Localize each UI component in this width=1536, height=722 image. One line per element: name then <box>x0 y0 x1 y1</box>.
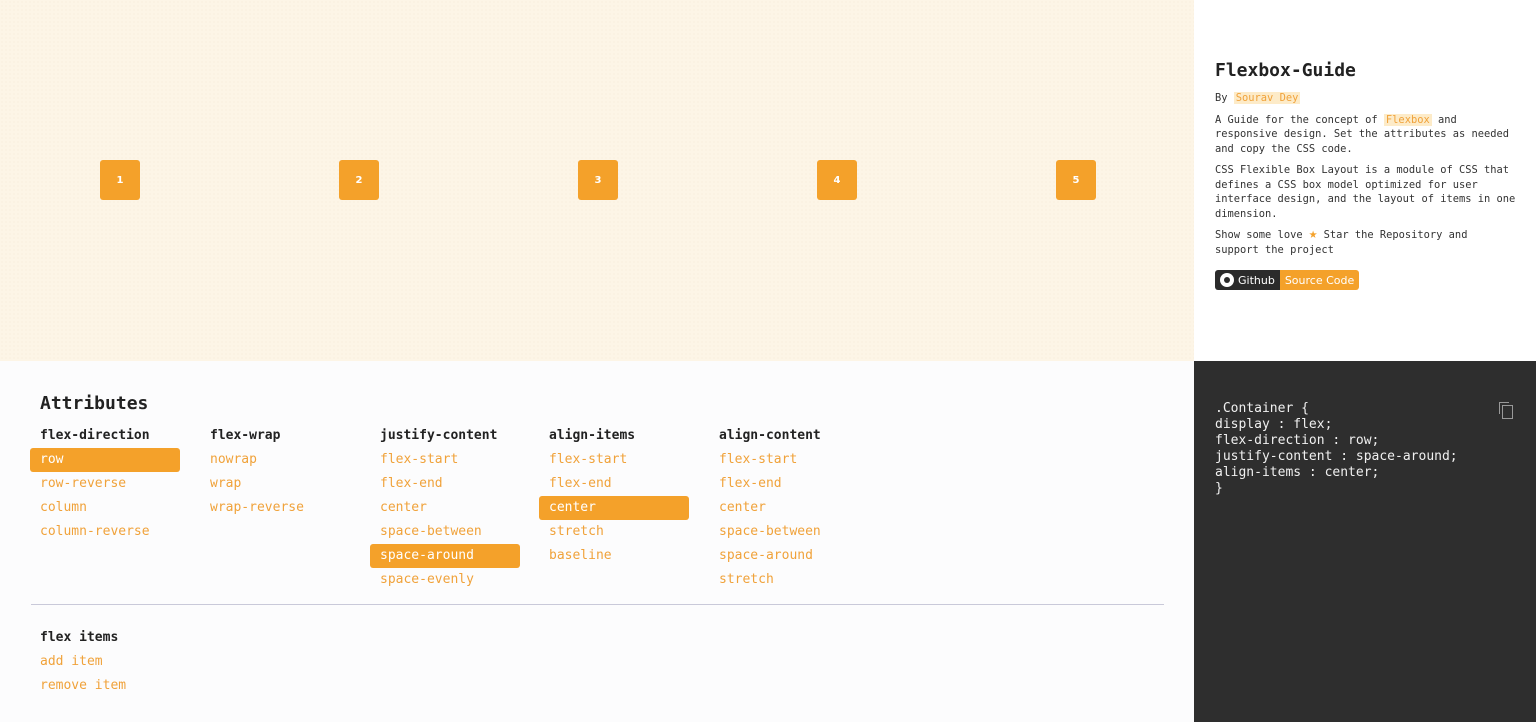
github-source-badge[interactable]: Github Source Code <box>1215 270 1360 290</box>
support-line: Show some love ★ Star the Repository and… <box>1215 226 1516 257</box>
code-line: align-items : center; <box>1215 465 1380 480</box>
option-center[interactable]: center <box>539 496 689 520</box>
app-title: Flexbox-Guide <box>1215 60 1356 81</box>
description-text: A Guide for the concept of <box>1215 113 1378 126</box>
remove-item-button[interactable]: remove item <box>40 674 240 698</box>
add-item-button[interactable]: add item <box>40 650 240 674</box>
by-label: By <box>1215 92 1228 104</box>
option-space-around[interactable]: space-around <box>370 544 520 568</box>
group-title: flex-direction <box>40 428 150 443</box>
flex-item-box: 1 <box>100 160 140 200</box>
option-space-evenly[interactable]: space-evenly <box>380 568 530 592</box>
flex-item-box: 5 <box>1056 160 1096 200</box>
align-content-group: align-content flex-start flex-end center… <box>719 428 869 592</box>
option-space-between[interactable]: space-between <box>719 520 869 544</box>
option-nowrap[interactable]: nowrap <box>210 448 360 472</box>
group-title: justify-content <box>380 428 498 443</box>
code-line: flex-direction : row; <box>1215 433 1380 448</box>
option-space-between[interactable]: space-between <box>380 520 530 544</box>
flex-item-box: 3 <box>578 160 618 200</box>
option-flex-end[interactable]: flex-end <box>380 472 530 496</box>
group-title: align-content <box>719 428 821 443</box>
github-icon <box>1220 273 1234 287</box>
option-column[interactable]: column <box>40 496 190 520</box>
flex-item-box: 2 <box>339 160 379 200</box>
badge-github: Github <box>1215 270 1280 290</box>
option-flex-end[interactable]: flex-end <box>549 472 699 496</box>
justify-content-group: justify-content flex-start flex-end cent… <box>370 428 530 592</box>
description-1: A Guide for the concept of Flexbox and r… <box>1215 113 1516 157</box>
option-row[interactable]: row <box>30 448 180 472</box>
badge-source-code: Source Code <box>1279 270 1360 290</box>
option-stretch[interactable]: stretch <box>719 568 869 592</box>
section-divider <box>31 604 1164 605</box>
option-center[interactable]: center <box>719 496 869 520</box>
option-flex-start[interactable]: flex-start <box>549 448 699 472</box>
copy-icon[interactable] <box>1499 402 1513 419</box>
code-line: } <box>1215 481 1223 496</box>
description-2: CSS Flexible Box Layout is a module of C… <box>1215 164 1516 220</box>
option-column-reverse[interactable]: column-reverse <box>40 520 190 544</box>
support-text: Show some love <box>1215 229 1303 241</box>
flex-items-group: flex items add item remove item <box>40 630 240 698</box>
flex-preview-area: 1 2 3 4 5 <box>0 0 1194 361</box>
option-baseline[interactable]: baseline <box>549 544 699 568</box>
css-code-panel: .Container { display : flex; flex-direct… <box>1194 361 1536 722</box>
option-flex-start[interactable]: flex-start <box>719 448 869 472</box>
code-line: display : flex; <box>1215 417 1333 432</box>
option-flex-end[interactable]: flex-end <box>719 472 869 496</box>
attributes-title: Attributes <box>40 393 149 414</box>
option-flex-start[interactable]: flex-start <box>380 448 530 472</box>
author-link[interactable]: Sourav Dey <box>1233 92 1301 104</box>
option-wrap[interactable]: wrap <box>210 472 360 496</box>
flexbox-link[interactable]: Flexbox <box>1383 113 1432 126</box>
star-icon: ★ <box>1308 226 1318 242</box>
option-space-around[interactable]: space-around <box>719 544 869 568</box>
option-center[interactable]: center <box>380 496 530 520</box>
info-panel: Flexbox-Guide By Sourav Dey A Guide for … <box>1194 0 1536 361</box>
option-wrap-reverse[interactable]: wrap-reverse <box>210 496 360 520</box>
flex-item-box: 4 <box>817 160 857 200</box>
author-line: By Sourav Dey <box>1215 91 1516 106</box>
option-stretch[interactable]: stretch <box>549 520 699 544</box>
option-row-reverse[interactable]: row-reverse <box>40 472 190 496</box>
code-line: .Container { <box>1215 401 1309 416</box>
attributes-section: Attributes flex-direction row row-revers… <box>0 361 1194 722</box>
group-title: flex items <box>40 630 119 645</box>
group-title: align-items <box>549 428 636 443</box>
group-title: flex-wrap <box>210 428 281 443</box>
flex-wrap-group: flex-wrap nowrap wrap wrap-reverse <box>210 428 360 520</box>
code-line: justify-content : space-around; <box>1215 449 1458 464</box>
badge-github-label: Github <box>1238 273 1275 287</box>
flex-direction-group: flex-direction row row-reverse column co… <box>30 428 190 544</box>
align-items-group: align-items flex-start flex-end center s… <box>539 428 699 568</box>
